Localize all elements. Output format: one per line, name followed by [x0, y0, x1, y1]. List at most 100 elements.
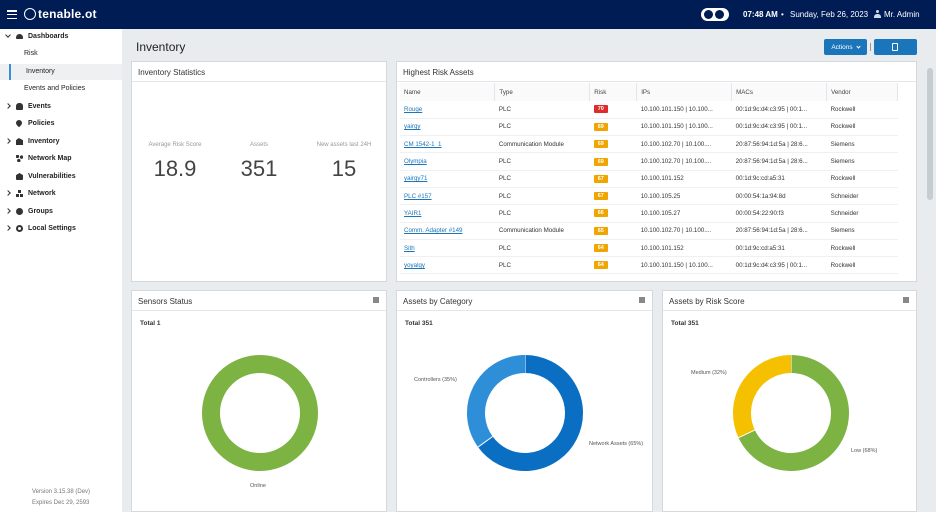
- slice-label-controllers: Controllers (35%): [414, 377, 457, 383]
- time-date-separator: •: [781, 10, 784, 19]
- sidebar-item-network[interactable]: Network: [0, 186, 122, 202]
- sitemap-icon: [16, 190, 23, 197]
- brand-logo[interactable]: tenable.ot: [24, 7, 97, 21]
- menu-icon[interactable]: [639, 297, 645, 303]
- table-row[interactable]: yairgy PLC 69 10.100.101.150 | 10.100... 00:…: [400, 118, 898, 137]
- asset-ips: 10.100.101.150 | 10.100...: [636, 118, 732, 137]
- donut-slice-online[interactable]: [202, 355, 318, 471]
- total-count: Total 351: [671, 320, 699, 327]
- current-time: 07:48 AM: [743, 10, 778, 19]
- column-header-name[interactable]: Name: [400, 83, 496, 101]
- asset-vendor: Schneider: [826, 204, 898, 223]
- asset-name-link[interactable]: CM 1542-1_1: [400, 135, 495, 154]
- asset-ips: 10.100.105.27: [636, 204, 732, 223]
- asset-ips: 10.100.101.150 | 10.100...: [636, 101, 732, 119]
- user-menu[interactable]: Mr. Admin: [884, 10, 920, 19]
- sidebar-item-network-map[interactable]: Network Map: [0, 151, 122, 167]
- asset-name-link[interactable]: yoyalgy: [400, 256, 495, 275]
- risk-badge: 70: [593, 105, 608, 114]
- bell-icon: [16, 103, 23, 110]
- theme-toggle-icon[interactable]: [701, 8, 729, 21]
- column-header-ips[interactable]: IPs: [636, 83, 733, 101]
- page-scrollbar[interactable]: [927, 68, 933, 200]
- risk-cell: 69: [589, 152, 637, 171]
- column-header-macs[interactable]: MACs: [731, 83, 828, 101]
- document-icon: [892, 43, 898, 51]
- panel-title: Sensors Status: [138, 297, 193, 306]
- asset-macs: 00:1d:9c:d4:c3:95 | 00:1...: [731, 101, 827, 119]
- risk-cell: 65: [589, 222, 637, 240]
- pin-icon: [14, 118, 24, 128]
- sidebar-item-groups[interactable]: Groups: [0, 204, 122, 220]
- asset-name-link[interactable]: yairgy71: [400, 170, 495, 188]
- asset-vendor: Rockwell: [826, 256, 898, 275]
- hamburger-menu-icon[interactable]: [7, 10, 17, 20]
- asset-name-link[interactable]: yairgy: [400, 118, 495, 137]
- panel-divider: [663, 310, 916, 311]
- expiry-text: Expires Dec 29, 2593: [32, 500, 90, 506]
- cloud-icon: [16, 34, 23, 39]
- asset-name-link[interactable]: PLC #157: [400, 187, 495, 206]
- sidebar-item-local-settings[interactable]: Local Settings: [0, 221, 122, 237]
- table-header-row: Name Type Risk IPs MACs Vendor: [400, 83, 898, 101]
- table-row[interactable]: Sith PLC 64 10.100.101.152 00:1d:9c:cd:a5:31…: [400, 239, 898, 258]
- asset-type: Communication Module: [494, 222, 590, 240]
- asset-name-link[interactable]: Rouge: [400, 101, 495, 119]
- sidebar-item-events[interactable]: Events: [0, 99, 122, 115]
- table-row[interactable]: YAIR1 PLC 66 10.100.105.27 00:00:54:22:90:f3…: [400, 204, 898, 223]
- table-row[interactable]: Comm. Adapter #149 Communication Module 65…: [400, 222, 898, 240]
- table-row[interactable]: PLC #157 PLC 67 10.100.105.25 00:00:54:1a:94…: [400, 187, 898, 206]
- total-count: Total 1: [140, 320, 161, 327]
- panel-divider: [132, 81, 386, 82]
- table-row[interactable]: CM 1542-1_1 Communication Module 69 10.100.…: [400, 135, 898, 154]
- sidebar-item-events-and-policies[interactable]: Events and Policies: [0, 81, 122, 97]
- sidebar-item-label: Local Settings: [28, 225, 76, 232]
- asset-name-link[interactable]: Comm. Adapter #149: [400, 222, 495, 240]
- donut-slice-controllers[interactable]: [467, 355, 526, 448]
- sidebar-item-inventory[interactable]: Inventory: [0, 134, 122, 150]
- asset-ips: 10.100.101.152: [636, 239, 732, 258]
- risk-badge: 64: [593, 261, 608, 270]
- asset-ips: 10.100.102.70 | 10.100....: [636, 135, 732, 154]
- menu-icon[interactable]: [373, 297, 379, 303]
- asset-type: PLC: [494, 101, 590, 119]
- asset-vendor: Rockwell: [826, 118, 898, 137]
- slice-label-network-assets: Network Assets (65%): [589, 441, 644, 447]
- inventory-icon: [16, 138, 23, 145]
- asset-name-link[interactable]: YAIR1: [400, 204, 495, 223]
- risk-cell: 64: [589, 239, 637, 258]
- sidebar-item-inventory-dashboard[interactable]: Inventory: [0, 64, 122, 80]
- asset-vendor: Schneider: [826, 187, 898, 206]
- user-icon[interactable]: [874, 10, 881, 18]
- table-row[interactable]: Rouge PLC 70 10.100.101.150 | 10.100... 00:1…: [400, 101, 898, 119]
- asset-vendor: Siemens: [826, 135, 898, 154]
- sidebar-item-risk[interactable]: Risk: [0, 46, 122, 62]
- menu-icon[interactable]: [903, 297, 909, 303]
- asset-type: PLC: [494, 187, 590, 206]
- sidebar-item-policies[interactable]: Policies: [0, 116, 122, 132]
- donut-slice-medium[interactable]: [733, 355, 792, 438]
- sidebar-item-label: Network Map: [28, 155, 72, 162]
- column-header-risk[interactable]: Risk: [589, 83, 638, 101]
- current-date: Sunday, Feb 26, 2023: [790, 10, 869, 19]
- asset-name-link[interactable]: Sith: [400, 239, 495, 258]
- sidebar-item-label: Events and Policies: [24, 85, 86, 92]
- column-header-type[interactable]: Type: [494, 83, 591, 101]
- actions-button[interactable]: Actions: [824, 39, 867, 55]
- slice-label-online: Online: [250, 483, 266, 489]
- asset-vendor: Rockwell: [826, 239, 898, 258]
- column-header-vendor[interactable]: Vendor: [826, 83, 898, 101]
- asset-macs: 20:87:56:94:1d:5a | 28:6...: [731, 135, 827, 154]
- sidebar-item-dashboards[interactable]: Dashboards: [0, 29, 122, 45]
- chevron-down-icon: [5, 32, 11, 38]
- sidebar-item-vulnerabilities[interactable]: Vulnerabilities: [0, 169, 122, 185]
- sidebar-item-label: Inventory: [28, 138, 60, 145]
- asset-ips: 10.100.102.70 | 10.100....: [636, 222, 732, 240]
- table-row[interactable]: yoyalgy PLC 64 10.100.101.150 | 10.100... 00…: [400, 256, 898, 275]
- panel-title: Assets by Category: [403, 297, 473, 306]
- asset-name-link[interactable]: Olympia: [400, 152, 495, 171]
- export-button[interactable]: [874, 39, 917, 55]
- panel-divider: [132, 310, 386, 311]
- table-row[interactable]: yairgy71 PLC 67 10.100.101.152 00:1d:9c:cd:a…: [400, 170, 898, 188]
- table-row[interactable]: Olympia PLC 69 10.100.102.70 | 10.100.... 20…: [400, 152, 898, 171]
